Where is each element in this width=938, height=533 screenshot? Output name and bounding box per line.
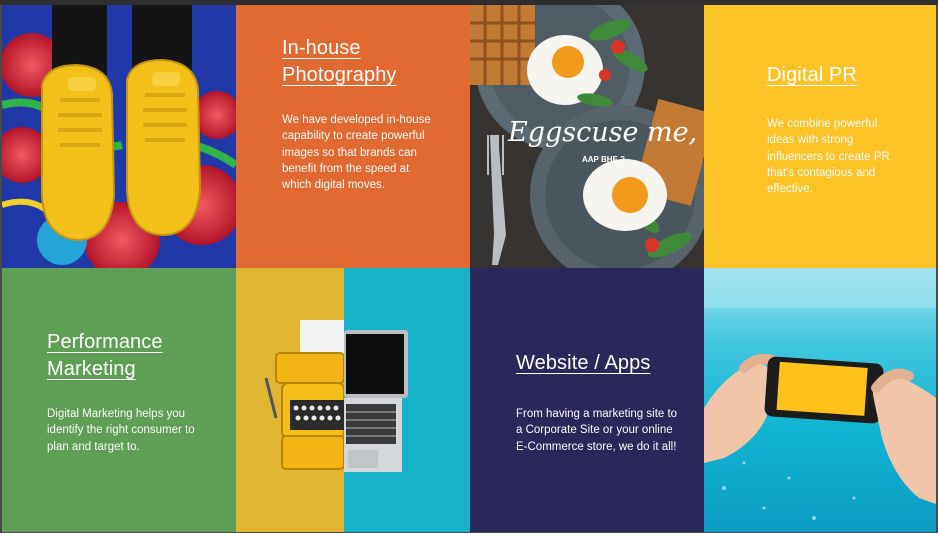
performance-marketing-title[interactable]: Performance Marketing bbox=[47, 329, 163, 383]
photography-description: We have developed in-house capability to… bbox=[282, 114, 431, 192]
sneakers-image-tile bbox=[2, 5, 236, 268]
digital-pr-tile[interactable]: Digital PR We combine powerful ideas wit… bbox=[704, 5, 936, 268]
website-apps-description: From having a marketing site to a Corpor… bbox=[516, 408, 678, 453]
website-apps-tile[interactable]: Website / Apps From having a marketing s… bbox=[470, 268, 704, 532]
performance-marketing-tile[interactable]: Performance Marketing Digital Marketing … bbox=[2, 268, 236, 532]
food-image-tile: Eggscuse me, AAP BHE ? bbox=[470, 5, 704, 268]
typewriter-laptop-icon bbox=[236, 268, 470, 532]
services-grid: In-house Photography We have developed i… bbox=[2, 5, 936, 532]
phone-sea-image-tile bbox=[704, 268, 936, 532]
eggs-waffles-icon: Eggscuse me, AAP BHE ? bbox=[470, 5, 704, 268]
typewriter-laptop-image-tile bbox=[236, 268, 470, 532]
food-caption-main: Eggscuse me, bbox=[507, 117, 697, 148]
performance-marketing-description: Digital Marketing helps you identify the… bbox=[47, 408, 195, 453]
digital-pr-title[interactable]: Digital PR bbox=[767, 62, 857, 89]
yellow-sneakers-icon bbox=[2, 5, 236, 268]
website-apps-title[interactable]: Website / Apps bbox=[516, 350, 650, 377]
phone-at-sea-icon bbox=[704, 268, 936, 520]
photography-title[interactable]: In-house Photography bbox=[282, 35, 397, 89]
photography-tile[interactable]: In-house Photography We have developed i… bbox=[236, 5, 470, 268]
screenshot-frame: In-house Photography We have developed i… bbox=[0, 0, 938, 533]
food-caption-sub: AAP BHE ? bbox=[582, 155, 625, 164]
digital-pr-description: We combine powerful ideas with strong in… bbox=[767, 118, 890, 196]
